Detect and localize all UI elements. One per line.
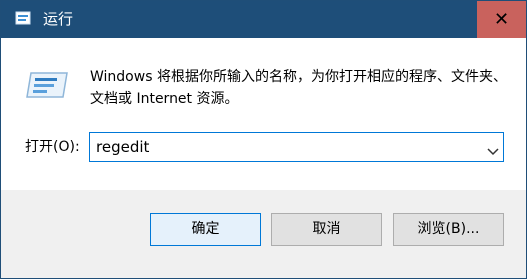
chevron-down-icon[interactable] bbox=[487, 142, 499, 156]
open-label: 打开(O): bbox=[25, 139, 80, 155]
run-app-icon bbox=[14, 10, 34, 28]
prompt-text: Windows 将根据你所输入的名称，为你打开相应的程序、文件夹、文档或 Int… bbox=[90, 69, 507, 107]
ok-button[interactable]: 确定 bbox=[150, 213, 261, 246]
close-button[interactable]: ✕ bbox=[477, 1, 526, 38]
close-icon: ✕ bbox=[493, 9, 510, 30]
run-dialog-icon bbox=[23, 67, 71, 103]
window-title: 运行 bbox=[43, 10, 74, 28]
title-bar[interactable]: 运行 ✕ bbox=[1, 1, 526, 38]
cancel-button[interactable]: 取消 bbox=[271, 213, 382, 246]
browse-button[interactable]: 浏览(B)... bbox=[393, 213, 504, 246]
open-combobox[interactable]: regedit bbox=[89, 132, 504, 162]
run-dialog: 运行 ✕ Windows 将根据你所输入的名称，为你打开相应的程序、文件夹、文档… bbox=[0, 0, 527, 279]
open-input-value[interactable]: regedit bbox=[96, 137, 149, 157]
